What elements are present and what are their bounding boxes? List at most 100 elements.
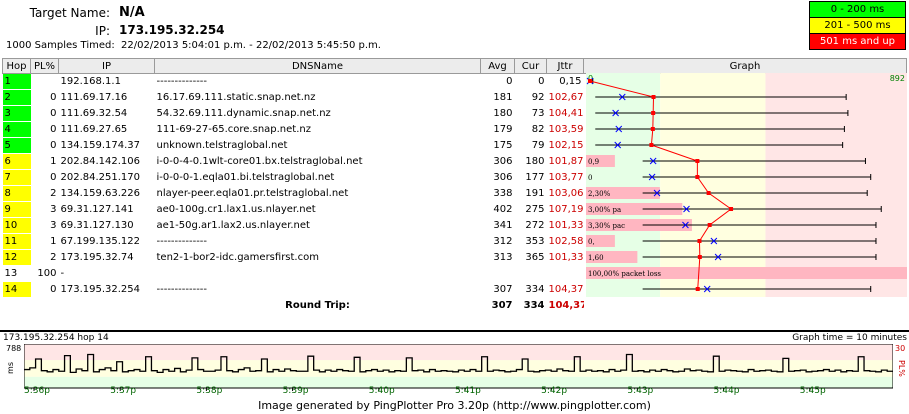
col-jttr[interactable]: Jttr: [546, 58, 584, 74]
avg-latency: 175: [480, 137, 515, 154]
hop-ip: 173.195.32.254: [58, 281, 155, 298]
hop-ip: 69.31.127.130: [58, 217, 155, 234]
col-hop[interactable]: Hop: [2, 58, 31, 74]
hop-dnsname: --------------: [154, 73, 481, 90]
packet-loss-label: 0,: [588, 238, 595, 246]
timeline-zone-yellow: [24, 360, 893, 377]
hop-ip: 202.84.142.106: [58, 153, 155, 170]
avg-latency: 306: [480, 169, 515, 186]
avg-latency: 338: [480, 185, 515, 202]
packet-loss: 2: [30, 185, 59, 202]
packet-loss: 100: [30, 265, 59, 282]
packet-loss: 0: [30, 89, 59, 106]
hop-ip: -: [58, 265, 155, 282]
timeline-tick-label: 5:44p: [713, 386, 740, 396]
packet-loss: 0: [30, 105, 59, 122]
legend-green: 0 - 200 ms: [809, 1, 906, 18]
hop-ip: 111.69.27.65: [58, 121, 155, 138]
timeline-y-unit: ms: [6, 362, 15, 374]
hop-dnsname: i-0-0-0-1.eqla01.bi.telstraglobal.net: [154, 169, 481, 186]
packet-loss: 3: [30, 201, 59, 218]
avg-latency: 181: [480, 89, 515, 106]
current-latency: 272: [514, 217, 547, 234]
avg-latency: 307: [480, 281, 515, 298]
hop-ip: 111.69.17.16: [58, 89, 155, 106]
hop-number: 3: [2, 105, 31, 122]
packet-loss-label: 3,30% pac: [588, 222, 625, 230]
col-ip[interactable]: IP: [58, 58, 155, 74]
avg-latency: 341: [480, 217, 515, 234]
jitter: 101,87: [546, 153, 584, 170]
jitter: [546, 265, 584, 282]
jitter: 102,58: [546, 233, 584, 250]
packet-loss: 2: [30, 249, 59, 266]
col-cur[interactable]: Cur: [514, 58, 547, 74]
packet-loss: 0: [30, 137, 59, 154]
empty-cell: [58, 297, 155, 314]
avg-latency: 306: [480, 153, 515, 170]
hop-dnsname: --------------: [154, 281, 481, 298]
avg-latency: 402: [480, 201, 515, 218]
hop-dnsname: 54.32.69.111.dynamic.snap.net.nz: [154, 105, 481, 122]
current-latency: 73: [514, 105, 547, 122]
timeline-tick-label: 5:45p: [799, 386, 826, 396]
timeline-tick-label: 5:37p: [110, 386, 137, 396]
jitter: 102,67: [546, 89, 584, 106]
hop-dnsname: 16.17.69.111.static.snap.net.nz: [154, 89, 481, 106]
hop-dnsname: ae1-50g.ar1.lax2.us.nlayer.net: [154, 217, 481, 234]
avg-latency: 0: [480, 73, 515, 90]
col-dnsname[interactable]: DNSName: [154, 58, 481, 74]
hop-number: 7: [2, 169, 31, 186]
hop-dnsname: nlayer-peer.eqla01.pr.telstraglobal.net: [154, 185, 481, 202]
round-trip-avg: 307: [480, 297, 515, 314]
avg-latency: 313: [480, 249, 515, 266]
hop-dnsname: unknown.telstraglobal.net: [154, 137, 481, 154]
hop-dnsname: ae0-100g.cr1.lax1.us.nlayer.net: [154, 201, 481, 218]
packet-loss-label: 1,60: [588, 254, 604, 262]
ip-label: IP:: [95, 24, 110, 38]
legend-red: 501 ms and up: [809, 33, 906, 50]
ip-value: 173.195.32.254: [119, 23, 225, 37]
current-latency: 353: [514, 233, 547, 250]
current-latency: 275: [514, 201, 547, 218]
current-latency: 334: [514, 281, 547, 298]
zone-red: [765, 73, 907, 297]
packet-loss: 1: [30, 153, 59, 170]
target-name-value: N/A: [119, 5, 145, 20]
col-pl[interactable]: PL%: [30, 58, 59, 74]
col-avg[interactable]: Avg: [480, 58, 515, 74]
empty-cell: [2, 297, 31, 314]
current-latency: 191: [514, 185, 547, 202]
empty-cell: [30, 297, 59, 314]
current-latency: 365: [514, 249, 547, 266]
col-graph[interactable]: Graph: [583, 58, 907, 74]
hop-dnsname: [154, 265, 481, 282]
jitter: 103,59: [546, 121, 584, 138]
jitter: 103,77: [546, 169, 584, 186]
current-latency: 82: [514, 121, 547, 138]
hop-ip: 134.159.174.37: [58, 137, 155, 154]
jitter: 107,19: [546, 201, 584, 218]
hop-dnsname: --------------: [154, 233, 481, 250]
hop-number: 5: [2, 137, 31, 154]
graph-scale-max: 892: [890, 74, 905, 83]
packet-loss-label: 100,00% packet loss: [588, 270, 661, 278]
graph-time-label: Graph time = 10 minutes: [792, 333, 907, 343]
packet-loss-label: 2,30%: [588, 190, 611, 198]
hop-number: 2: [2, 89, 31, 106]
jitter: 0,15: [546, 73, 584, 90]
current-latency: [514, 265, 547, 282]
jitter: 104,37: [546, 281, 584, 298]
hop-number: 4: [2, 121, 31, 138]
hop-number: 1: [2, 73, 31, 90]
packet-loss-label: 0: [588, 174, 592, 182]
timeline-pl-max: 30: [895, 344, 906, 353]
timeline-tick-label: 5:41p: [454, 386, 481, 396]
avg-latency: [480, 265, 515, 282]
hop-ip: 67.199.135.122: [58, 233, 155, 250]
hop-dnsname: 111-69-27-65.core.snap.net.nz: [154, 121, 481, 138]
hop-ip: 111.69.32.54: [58, 105, 155, 122]
current-latency: 180: [514, 153, 547, 170]
packet-loss: 0: [30, 169, 59, 186]
timeline-zone-red: [24, 344, 893, 361]
